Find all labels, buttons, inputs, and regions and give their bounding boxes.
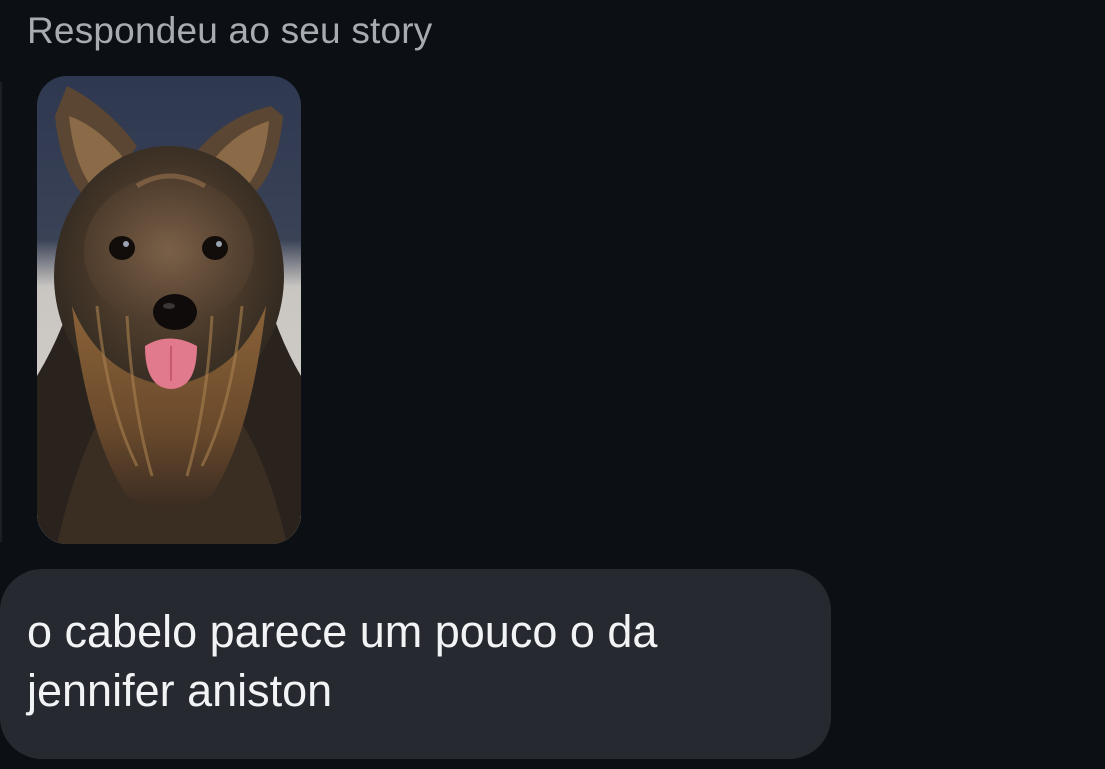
dog-photo — [37, 76, 301, 544]
message-text: o cabelo parece um pouco o da jennifer a… — [27, 606, 658, 716]
reply-indicator-bar — [0, 82, 2, 542]
dm-thread: Respondeu ao seu story o cabelo parece u… — [0, 0, 1105, 769]
story-reply-label: Respondeu ao seu story — [27, 10, 433, 51]
story-thumbnail[interactable] — [37, 76, 301, 544]
